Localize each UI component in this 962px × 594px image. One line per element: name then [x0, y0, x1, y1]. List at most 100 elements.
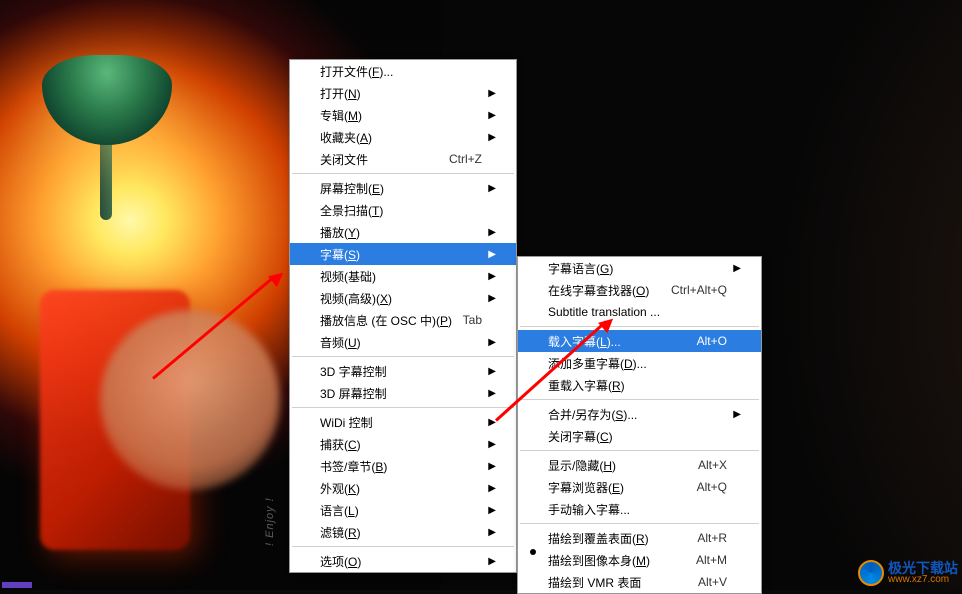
menu-item-label: 选项(O): [320, 553, 486, 570]
main-menu-item-9[interactable]: 字幕(S)▶: [290, 243, 516, 265]
menu-item-label: 描绘到覆盖表面(R): [548, 530, 697, 547]
submenu-arrow-icon: ▶: [486, 183, 496, 194]
menu-item-shortcut: Alt+Q: [697, 480, 727, 494]
menu-item-shortcut: Ctrl+Alt+Q: [671, 283, 727, 297]
submenu-arrow-icon: ▶: [486, 505, 496, 516]
menu-item-label: 描绘到 VMR 表面: [548, 574, 698, 591]
main-menu-item-7[interactable]: 全景扫描(T): [290, 199, 516, 221]
menu-item-label: 3D 字幕控制: [320, 363, 486, 380]
submenu-arrow-icon: ▶: [486, 337, 496, 348]
menu-item-label: Subtitle translation ...: [548, 305, 731, 319]
watermark-text-cn: 极光下载站: [888, 561, 958, 575]
menu-item-label: 载入字幕(L)...: [548, 333, 697, 350]
menu-separator: [520, 523, 759, 524]
menu-item-label: 字幕浏览器(E): [548, 479, 697, 496]
menu-item-shortcut: Alt+R: [697, 531, 727, 545]
menu-item-label: 描绘到图像本身(M): [548, 552, 696, 569]
main-menu-item-18[interactable]: WiDi 控制▶: [290, 411, 516, 433]
menu-item-label: 全景扫描(T): [320, 202, 486, 219]
menu-item-label: 播放信息 (在 OSC 中)(P): [320, 312, 463, 329]
sub-menu-item-2[interactable]: Subtitle translation ...: [518, 301, 761, 323]
menu-item-label: 打开(N): [320, 85, 486, 102]
menu-separator: [520, 326, 759, 327]
submenu-arrow-icon: ▶: [486, 271, 496, 282]
main-menu-item-0[interactable]: 打开文件(F)...: [290, 60, 516, 82]
watermark: 极光下载站 www.xz7.com: [858, 560, 958, 586]
menu-item-label: 视频(高级)(X): [320, 290, 486, 307]
submenu-arrow-icon: ▶: [486, 110, 496, 121]
menu-item-label: 语言(L): [320, 502, 486, 519]
menu-item-label: 手动输入字幕...: [548, 501, 731, 518]
menu-item-label: 播放(Y): [320, 224, 486, 241]
context-menu-main: 打开文件(F)...打开(N)▶专辑(M)▶收藏夹(A)▶关闭文件Ctrl+Z屏…: [289, 59, 517, 573]
sub-menu-item-16[interactable]: 描绘到图像本身(M)Alt+M: [518, 549, 761, 571]
submenu-arrow-icon: ▶: [486, 461, 496, 472]
menu-item-label: 书签/章节(B): [320, 458, 486, 475]
menu-item-label: 3D 屏幕控制: [320, 385, 486, 402]
menu-item-shortcut: Tab: [463, 313, 482, 327]
main-menu-item-21[interactable]: 外观(K)▶: [290, 477, 516, 499]
menu-separator: [292, 356, 514, 357]
sub-menu-item-9[interactable]: 关闭字幕(C): [518, 425, 761, 447]
sub-menu-item-6[interactable]: 重载入字幕(R): [518, 374, 761, 396]
main-menu-item-2[interactable]: 专辑(M)▶: [290, 104, 516, 126]
submenu-arrow-icon: ▶: [486, 439, 496, 450]
sub-menu-item-8[interactable]: 合并/另存为(S)...▶: [518, 403, 761, 425]
sub-menu-item-11[interactable]: 显示/隐藏(H)Alt+X: [518, 454, 761, 476]
context-menu-subtitles: 字幕语言(G)▶在线字幕查找器(O)Ctrl+Alt+QSubtitle tra…: [517, 256, 762, 594]
submenu-arrow-icon: ▶: [486, 132, 496, 143]
menu-item-shortcut: Ctrl+Z: [449, 152, 482, 166]
main-menu-item-19[interactable]: 捕获(C)▶: [290, 433, 516, 455]
main-menu-item-25[interactable]: 选项(O)▶: [290, 550, 516, 572]
menu-radio-dot-icon: [530, 549, 536, 555]
watermark-text-url: www.xz7.com: [888, 575, 958, 585]
main-menu-item-10[interactable]: 视频(基础)▶: [290, 265, 516, 287]
sub-menu-item-13[interactable]: 手动输入字幕...: [518, 498, 761, 520]
menu-separator: [520, 399, 759, 400]
menu-item-label: 关闭文件: [320, 151, 449, 168]
main-menu-item-22[interactable]: 语言(L)▶: [290, 499, 516, 521]
main-menu-item-3[interactable]: 收藏夹(A)▶: [290, 126, 516, 148]
menu-item-label: 字幕语言(G): [548, 260, 731, 277]
main-menu-item-16[interactable]: 3D 屏幕控制▶: [290, 382, 516, 404]
main-menu-item-20[interactable]: 书签/章节(B)▶: [290, 455, 516, 477]
menu-separator: [292, 546, 514, 547]
main-menu-item-1[interactable]: 打开(N)▶: [290, 82, 516, 104]
sub-menu-item-5[interactable]: 添加多重字幕(D)...: [518, 352, 761, 374]
menu-separator: [292, 407, 514, 408]
sub-menu-item-15[interactable]: 描绘到覆盖表面(R)Alt+R: [518, 527, 761, 549]
menu-item-label: 收藏夹(A): [320, 129, 486, 146]
sub-menu-item-12[interactable]: 字幕浏览器(E)Alt+Q: [518, 476, 761, 498]
submenu-arrow-icon: ▶: [486, 249, 496, 260]
menu-item-shortcut: Alt+X: [698, 458, 727, 472]
main-menu-item-15[interactable]: 3D 字幕控制▶: [290, 360, 516, 382]
main-menu-item-6[interactable]: 屏幕控制(E)▶: [290, 177, 516, 199]
main-menu-item-11[interactable]: 视频(高级)(X)▶: [290, 287, 516, 309]
menu-item-label: 滤镜(R): [320, 524, 486, 541]
menu-item-label: 合并/另存为(S)...: [548, 406, 731, 423]
sub-menu-item-0[interactable]: 字幕语言(G)▶: [518, 257, 761, 279]
main-menu-item-13[interactable]: 音频(U)▶: [290, 331, 516, 353]
menu-item-label: 音频(U): [320, 334, 486, 351]
menu-item-label: 关闭字幕(C): [548, 428, 731, 445]
sub-menu-item-1[interactable]: 在线字幕查找器(O)Ctrl+Alt+Q: [518, 279, 761, 301]
menu-item-label: 重载入字幕(R): [548, 377, 731, 394]
menu-item-label: 屏幕控制(E): [320, 180, 486, 197]
sub-menu-item-4[interactable]: 载入字幕(L)...Alt+O: [518, 330, 761, 352]
menu-item-shortcut: Alt+V: [698, 575, 727, 589]
menu-item-label: 外观(K): [320, 480, 486, 497]
submenu-arrow-icon: ▶: [731, 409, 741, 420]
menu-separator: [520, 450, 759, 451]
main-menu-item-4[interactable]: 关闭文件Ctrl+Z: [290, 148, 516, 170]
watermark-logo-icon: [858, 560, 884, 586]
submenu-arrow-icon: ▶: [486, 366, 496, 377]
submenu-arrow-icon: ▶: [486, 483, 496, 494]
progress-bar-fragment[interactable]: [2, 582, 32, 588]
menu-item-label: 专辑(M): [320, 107, 486, 124]
menu-separator: [292, 173, 514, 174]
main-menu-item-8[interactable]: 播放(Y)▶: [290, 221, 516, 243]
main-menu-item-23[interactable]: 滤镜(R)▶: [290, 521, 516, 543]
submenu-arrow-icon: ▶: [486, 388, 496, 399]
main-menu-item-12[interactable]: 播放信息 (在 OSC 中)(P)Tab: [290, 309, 516, 331]
menu-item-label: 打开文件(F)...: [320, 63, 486, 80]
